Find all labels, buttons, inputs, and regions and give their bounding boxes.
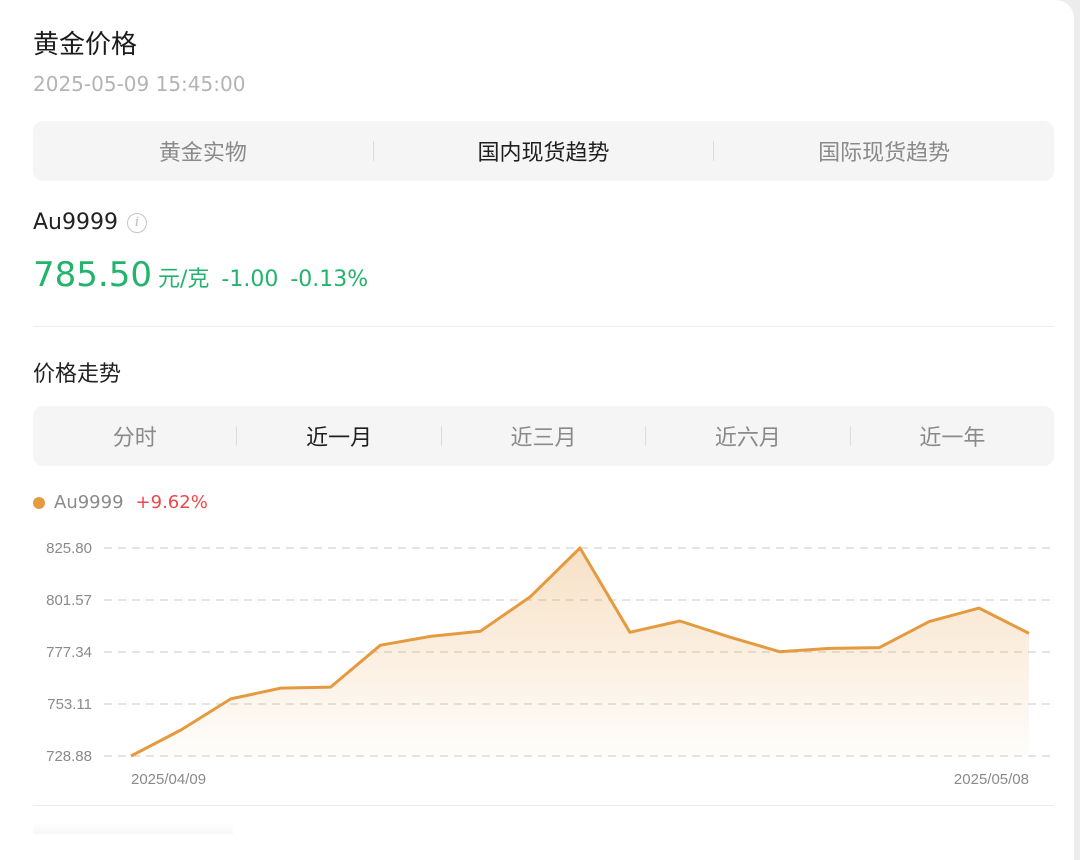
x-tick-label-end: 2025/05/08 [954,771,1029,788]
y-tick-label: 825.80 [46,540,92,557]
x-tick-label-start: 2025/04/09 [131,771,206,788]
data-point[interactable] [225,693,237,705]
next-section-peek [33,822,233,834]
section-title-price-trend: 价格走势 [33,362,122,387]
tab-gold-physical[interactable]: 黄金实物 [33,135,373,167]
y-tick-label: 728.88 [46,748,92,765]
data-point[interactable] [424,630,436,642]
y-tick-label: 801.57 [46,592,92,609]
data-point[interactable] [873,642,885,654]
category-tabs: 黄金实物 国内现货趋势 国际现货趋势 [33,121,1054,181]
legend-dot-icon [33,496,45,509]
legend-series-return: +9.62% [135,492,208,513]
data-point[interactable] [325,681,337,693]
data-point[interactable] [474,625,486,637]
y-tick-label: 777.34 [46,644,92,661]
data-point[interactable] [774,646,786,658]
quote-change-percent: -0.13% [290,267,369,292]
divider [33,326,1054,327]
data-point[interactable] [724,631,736,643]
price-trend-chart[interactable]: 825.80 801.57 777.34 753.11 728.88 2025/04/0… [0,530,1080,792]
divider [33,805,1054,806]
range-tab-6-months[interactable]: 近六月 [646,420,849,452]
quote-code-row: Au9999 i [33,210,147,235]
quote-code: Au9999 [33,210,118,235]
range-tab-intraday[interactable]: 分时 [33,420,236,452]
data-point[interactable] [374,639,386,651]
data-point[interactable] [823,642,835,654]
range-tab-1-year[interactable]: 近一年 [851,420,1054,452]
data-point[interactable] [973,602,985,614]
y-tick-label: 753.11 [47,696,92,713]
legend-series-name: Au9999 [54,492,124,513]
data-point[interactable] [674,615,686,627]
range-tab-1-month[interactable]: 近一月 [237,420,440,452]
data-point[interactable] [275,682,287,694]
quote-change: -1.00 [221,267,279,292]
data-point[interactable] [524,591,536,603]
page-title: 黄金价格 [33,30,138,60]
gold-price-card: 黄金价格 2025-05-09 15:45:00 黄金实物 国内现货趋势 国际现… [0,0,1074,860]
data-point[interactable] [1023,627,1035,639]
quote-price: 785.50 [33,255,152,295]
quote-unit: 元/克 [157,267,210,292]
quote-price-row: 785.50 元/克 -1.00 -0.13% [33,255,368,295]
data-point[interactable] [175,724,187,736]
tab-domestic-spot-trend[interactable]: 国内现货趋势 [374,135,714,167]
data-point[interactable] [574,542,586,554]
range-tabs: 分时 近一月 近三月 近六月 近一年 [33,406,1054,466]
tab-international-spot-trend[interactable]: 国际现货趋势 [714,135,1054,167]
range-tab-3-months[interactable]: 近三月 [442,420,645,452]
update-timestamp: 2025-05-09 15:45:00 [33,72,246,96]
data-point[interactable] [624,626,636,638]
chart-legend: Au9999 +9.62% [33,492,208,513]
data-point[interactable] [923,616,935,628]
data-point[interactable] [125,750,137,762]
info-icon[interactable]: i [126,212,147,233]
